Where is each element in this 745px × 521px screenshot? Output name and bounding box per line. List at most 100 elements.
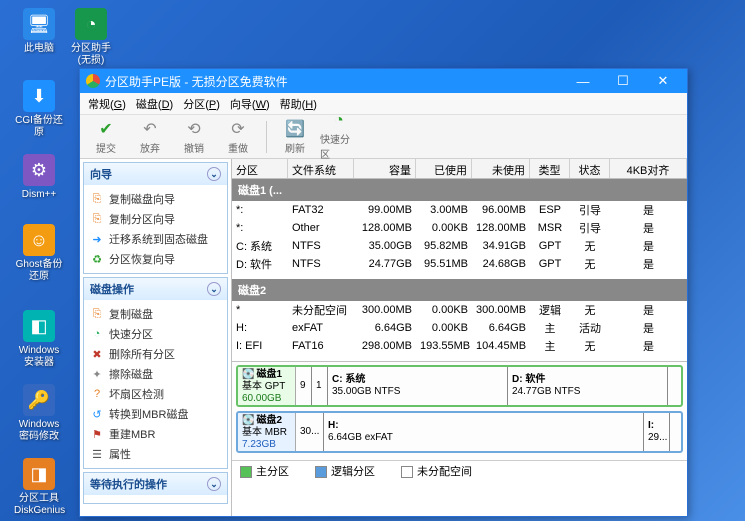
- segment-name: I:: [648, 420, 665, 432]
- redo-button[interactable]: ⟳重做: [218, 118, 258, 156]
- sidebar-item[interactable]: ?坏扇区检测: [86, 384, 225, 404]
- minimize-button[interactable]: —: [563, 71, 603, 91]
- table-cell: 是: [610, 319, 687, 337]
- desktop-icon[interactable]: ⚙Dism++: [14, 154, 64, 201]
- partition-segment[interactable]: 30...: [296, 413, 324, 451]
- table-row[interactable]: *未分配空间300.00MB0.00KB300.00MB逻辑无是: [232, 301, 687, 319]
- toolbar-label: 刷新: [285, 140, 305, 155]
- partition-segment[interactable]: 1: [312, 367, 328, 405]
- table-cell: *:: [232, 203, 288, 217]
- disk-group-header[interactable]: 磁盘1 (...: [232, 179, 687, 201]
- disk-icon: 💽: [242, 415, 254, 427]
- desktop-icon[interactable]: ◔分区助手(无损): [66, 8, 116, 67]
- partition-segment[interactable]: D: 软件24.77GB NTFS: [508, 367, 668, 405]
- table-cell: 无: [570, 237, 610, 255]
- panel-header[interactable]: 等待执行的操作⌄: [84, 473, 227, 495]
- panel-title: 等待执行的操作: [90, 476, 167, 492]
- sidebar-item[interactable]: ♻分区恢复向导: [86, 249, 225, 269]
- panel-header[interactable]: 向导⌄: [84, 163, 227, 185]
- segment-info: 29...: [648, 432, 665, 444]
- table-cell: 24.77GB: [354, 257, 416, 271]
- refresh-button[interactable]: 🔄刷新: [275, 118, 315, 156]
- discard-button[interactable]: ↶放弃: [130, 118, 170, 156]
- column-header-cell[interactable]: 状态: [570, 159, 610, 178]
- sidebar-item[interactable]: ⎘复制磁盘向导: [86, 189, 225, 209]
- desktop-icon[interactable]: ◨分区工具DiskGenius: [14, 458, 64, 517]
- sidebar-item[interactable]: ⎘复制分区向导: [86, 209, 225, 229]
- disk-size: 7.23GB: [242, 439, 291, 451]
- column-header-cell[interactable]: 4KB对齐: [610, 159, 687, 178]
- window-title: 分区助手PE版 - 无损分区免费软件: [105, 73, 563, 90]
- table-cell: *: [232, 303, 288, 317]
- partition-segment[interactable]: C: 系统35.00GB NTFS: [328, 367, 508, 405]
- titlebar[interactable]: 分区助手PE版 - 无损分区免费软件 — ☐ ✕: [80, 69, 687, 93]
- disk-map[interactable]: 💽磁盘2基本 MBR7.23GB30...H:6.64GB exFATI:29.…: [236, 411, 683, 453]
- menu-w[interactable]: 向导(W): [230, 96, 270, 112]
- table-cell: 34.91GB: [472, 239, 530, 253]
- undo-button[interactable]: ⟲撤销: [174, 118, 214, 156]
- partition-segment[interactable]: H:6.64GB exFAT: [324, 413, 644, 451]
- desktop-icon[interactable]: ⬇CGI备份还原: [14, 80, 64, 139]
- sidebar-item[interactable]: ✦擦除磁盘: [86, 364, 225, 384]
- desktop-icon[interactable]: ☺Ghost备份还原: [14, 224, 64, 283]
- sidebar-item[interactable]: ⚑重建MBR: [86, 424, 225, 444]
- partition-segment[interactable]: I:29...: [644, 413, 670, 451]
- apply-button[interactable]: ✔提交: [86, 118, 126, 156]
- table-row[interactable]: C: 系统NTFS35.00GB95.82MB34.91GBGPT无是: [232, 237, 687, 255]
- sidebar: 向导⌄ ⎘复制磁盘向导⎘复制分区向导➜迁移系统到固态磁盘♻分区恢复向导磁盘操作⌄ ⎘…: [80, 159, 232, 516]
- desktop-app-icon: ◨: [23, 458, 55, 490]
- sidebar-item[interactable]: ◔快速分区: [86, 324, 225, 344]
- sidebar-item-label: 重建MBR: [109, 426, 155, 442]
- sidebar-item[interactable]: ⎘复制磁盘: [86, 304, 225, 324]
- column-header-cell[interactable]: 类型: [530, 159, 570, 178]
- table-cell: ESP: [530, 203, 570, 217]
- column-header-cell[interactable]: 容量: [354, 159, 416, 178]
- column-header-cell[interactable]: 未使用: [472, 159, 530, 178]
- sidebar-item-label: 分区恢复向导: [109, 251, 175, 267]
- table-row[interactable]: I: EFIFAT16298.00MB193.55MB104.45MB主无是: [232, 337, 687, 355]
- desktop-app-icon: ⚙: [23, 154, 55, 186]
- menu-g[interactable]: 常规(G): [88, 96, 126, 112]
- maximize-button[interactable]: ☐: [603, 71, 643, 91]
- table-row[interactable]: D: 软件NTFS24.77GB95.51MB24.68GBGPT无是: [232, 255, 687, 273]
- sidebar-panel: 磁盘操作⌄ ⎘复制磁盘◔快速分区✖删除所有分区✦擦除磁盘?坏扇区检测↺转换到MBR…: [83, 277, 228, 469]
- table-row[interactable]: *:FAT3299.00MB3.00MB96.00MBESP引导是: [232, 201, 687, 219]
- table-row[interactable]: H:exFAT6.64GB0.00KB6.64GB主活动是: [232, 319, 687, 337]
- table-cell: 无: [570, 255, 610, 273]
- disk-group-header[interactable]: 磁盘2: [232, 279, 687, 301]
- desktop-icon[interactable]: 🔑Windows密码修改: [14, 384, 64, 443]
- sidebar-item-icon: ◔: [90, 327, 104, 341]
- close-button[interactable]: ✕: [643, 71, 683, 91]
- sidebar-item[interactable]: ☰属性: [86, 444, 225, 464]
- table-cell: 300.00MB: [472, 303, 530, 317]
- sidebar-item-label: 属性: [109, 446, 131, 462]
- disk-icon: 💽: [242, 369, 254, 381]
- desktop-icon[interactable]: ◧Windows安装器: [14, 310, 64, 369]
- sidebar-item[interactable]: ↺转换到MBR磁盘: [86, 404, 225, 424]
- menu-d[interactable]: 磁盘(D): [136, 96, 173, 112]
- column-header-cell[interactable]: 已使用: [416, 159, 472, 178]
- table-cell: 是: [610, 237, 687, 255]
- column-header-cell[interactable]: 文件系统: [288, 159, 354, 178]
- quick-partition-button[interactable]: ◔快速分区: [319, 118, 359, 156]
- partition-segment[interactable]: 9: [296, 367, 312, 405]
- sidebar-item[interactable]: ➜迁移系统到固态磁盘: [86, 229, 225, 249]
- table-row[interactable]: *:Other128.00MB0.00KB128.00MBMSR引导是: [232, 219, 687, 237]
- legend-item: 未分配空间: [401, 463, 472, 479]
- column-header-cell[interactable]: 分区: [232, 159, 288, 178]
- disk-scheme: 基本 GPT: [242, 381, 291, 393]
- segment-name: D: 软件: [512, 374, 663, 386]
- sidebar-item-icon: ⎘: [90, 307, 104, 321]
- discard-button-icon: ↶: [143, 119, 156, 139]
- legend-swatch: [315, 466, 327, 478]
- legend-label: 逻辑分区: [331, 466, 375, 478]
- disk-map[interactable]: 💽磁盘1基本 GPT60.00GB91C: 系统35.00GB NTFSD: 软…: [236, 365, 683, 407]
- menu-p[interactable]: 分区(P): [183, 96, 220, 112]
- segment-info: 9: [300, 380, 307, 392]
- menu-h[interactable]: 帮助(H): [280, 96, 317, 112]
- desktop-icon[interactable]: 🖥此电脑: [14, 8, 64, 55]
- panel-header[interactable]: 磁盘操作⌄: [84, 278, 227, 300]
- sidebar-item[interactable]: ✖删除所有分区: [86, 344, 225, 364]
- segment-info: 1: [316, 380, 323, 392]
- desktop-icon-label: Ghost备份还原: [14, 259, 64, 283]
